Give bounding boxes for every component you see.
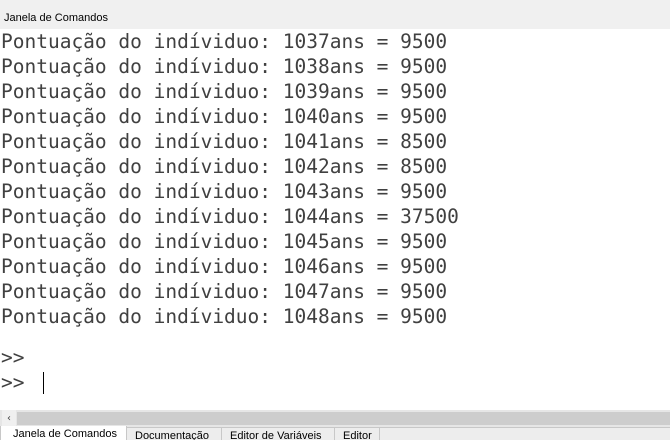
console-prompt-active[interactable]: >> (1, 370, 24, 395)
tab-editor[interactable]: Editor (335, 428, 380, 440)
scrollbar-thumb[interactable] (17, 412, 670, 425)
console-line: Pontuação do indíviduo: 1038ans = 9500 (1, 55, 448, 78)
console-line: Pontuação do indíviduo: 1044ans = 37500 (1, 205, 459, 228)
console-line: Pontuação do indíviduo: 1046ans = 9500 (1, 255, 448, 278)
tab-janela-de-comandos[interactable]: Janela de Comandos (0, 426, 127, 440)
console-output[interactable]: Pontuação do indíviduo: 1037ans = 9500 P… (0, 29, 670, 410)
horizontal-scrollbar[interactable]: ‹ (0, 410, 670, 427)
tab-editor-de-variaveis[interactable]: Editor de Variáveis (222, 428, 335, 440)
scroll-left-arrow-icon[interactable]: ‹ (2, 410, 16, 427)
panel-tabstrip: Janela de Comandos Documentação Editor d… (0, 426, 670, 440)
console-line: Pontuação do indíviduo: 1039ans = 9500 (1, 80, 448, 103)
console-line: Pontuação do indíviduo: 1048ans = 9500 (1, 305, 448, 328)
console-line: Pontuação do indíviduo: 1043ans = 9500 (1, 180, 448, 203)
tab-documentacao[interactable]: Documentação (127, 428, 222, 440)
panel-title-bar: Janela de Comandos (0, 0, 670, 29)
panel-title: Janela de Comandos (4, 12, 108, 24)
console-line: Pontuação do indíviduo: 1037ans = 9500 (1, 30, 448, 53)
text-caret (43, 372, 44, 394)
console-line: Pontuação do indíviduo: 1040ans = 9500 (1, 105, 448, 128)
console-line: Pontuação do indíviduo: 1045ans = 9500 (1, 230, 448, 253)
console-line: Pontuação do indíviduo: 1041ans = 8500 (1, 130, 448, 153)
command-window: Janela de Comandos Pontuação do indívidu… (0, 0, 670, 440)
console-line: Pontuação do indíviduo: 1042ans = 8500 (1, 155, 448, 178)
console-line: Pontuação do indíviduo: 1047ans = 9500 (1, 280, 448, 303)
console-prompt: >> (1, 346, 25, 369)
